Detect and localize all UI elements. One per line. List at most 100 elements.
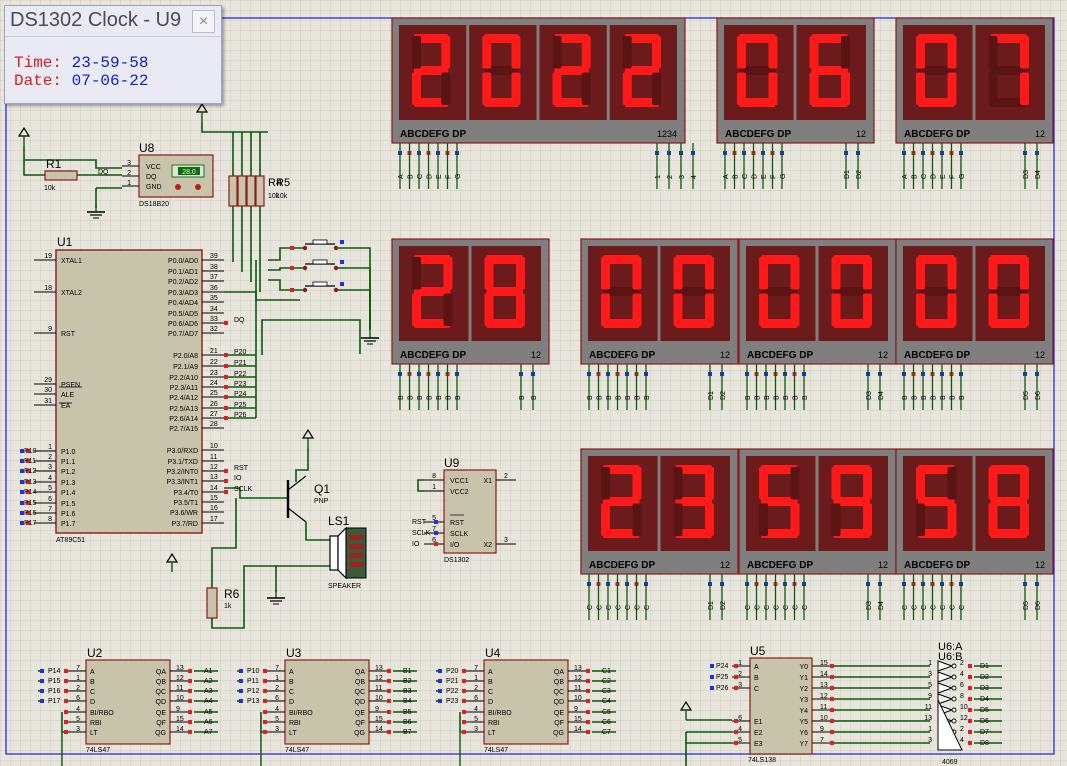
- u2-net-out: A3: [204, 688, 213, 695]
- pullup-resistor: [255, 175, 265, 207]
- pin-marker: [710, 686, 714, 690]
- display-pin-net: B: [931, 395, 938, 400]
- u1-pin-num: 28: [210, 421, 218, 428]
- pin-marker: [188, 730, 192, 734]
- segment-f: [412, 36, 421, 69]
- close-button[interactable]: ×: [192, 10, 215, 33]
- u1-pin-num: 12: [210, 464, 218, 471]
- segment-b: [863, 467, 872, 500]
- display-pin-net: B: [644, 395, 651, 400]
- u1-net-label: SCLK: [234, 486, 253, 493]
- segment-f: [988, 36, 998, 69]
- segment-b: [1020, 467, 1029, 500]
- u6-net-out: D2: [980, 674, 989, 681]
- u5-pin-name: Y4: [799, 708, 808, 715]
- u2-pin-name: RBI: [90, 720, 102, 727]
- segment-b: [441, 36, 451, 69]
- schematic-canvas[interactable]: U1AT89C51XTAL119XTAL218RST9PSEN29ALE30EA…: [0, 0, 1067, 766]
- u1-pin-name: P3.2/INT0: [166, 469, 198, 476]
- u6-pin-num: 4: [960, 737, 964, 744]
- u4-pin-num: 1: [474, 675, 478, 682]
- u4-pin-name: BI/RBO: [488, 710, 512, 717]
- pin-marker: [734, 730, 738, 734]
- u4-net-in: P21: [446, 678, 459, 685]
- u8-button: [175, 184, 181, 190]
- inverter-bubble: [951, 674, 957, 680]
- u9-pin-name: VCC2: [450, 489, 469, 496]
- segment-c: [516, 293, 525, 326]
- ls1-part: SPEAKER: [328, 583, 361, 590]
- pin-marker: [734, 686, 738, 690]
- u6-pin-num: 12: [960, 715, 968, 722]
- clock-popup-window[interactable]: DS1302 Clock - U9 × Time: 23-59-58 Date:…: [4, 5, 222, 104]
- segment-b: [768, 36, 778, 69]
- segment-e: [673, 503, 683, 536]
- u1-pin-num: 29: [44, 377, 52, 384]
- u6-part: 4069: [942, 759, 958, 766]
- pin-marker: [586, 710, 590, 714]
- u6-pin-num: 9: [928, 693, 932, 700]
- display-pin-net: C: [774, 605, 781, 610]
- u1-pin-num: 30: [44, 387, 52, 394]
- u2-pin-num: 15: [176, 716, 184, 723]
- u3-pin-num: 9: [375, 706, 379, 713]
- pin-marker: [968, 741, 972, 745]
- pin-marker: [710, 675, 714, 679]
- u3-pin-num: 1: [275, 675, 279, 682]
- u6-net-out: D1: [980, 663, 989, 670]
- u3-ref: U3: [286, 646, 302, 660]
- display-pin-net: B: [398, 395, 405, 400]
- u1-net-label: P22: [234, 371, 247, 378]
- segment-f: [759, 257, 768, 290]
- u1-pin-num: 32: [210, 326, 218, 333]
- segment-c: [790, 503, 800, 536]
- display-pin-net: C: [745, 605, 752, 610]
- u1-pin-num: 14: [210, 485, 218, 492]
- common-pin-label: 12: [1035, 129, 1045, 139]
- segment-e: [622, 72, 632, 105]
- pin-marker: [224, 395, 228, 399]
- segment-pin-label: ABCDEFG DP: [589, 350, 655, 361]
- u4-pin-name: LT: [488, 730, 496, 737]
- segment-pin-label: ABCDEFG DP: [400, 129, 466, 140]
- segment-f: [737, 36, 746, 69]
- u2-pin-name: QB: [156, 679, 166, 686]
- u2-net-in: P15: [48, 678, 61, 685]
- pin-marker: [263, 669, 267, 673]
- u2-pin-num: 3: [76, 726, 80, 733]
- u1-pin-name: P1.0: [61, 449, 76, 456]
- u1-net-label: P17: [24, 520, 37, 527]
- u6-net-out: D5: [980, 707, 989, 714]
- u6-pin-num: 2: [960, 726, 964, 733]
- segment-b: [705, 257, 714, 290]
- segment-e: [988, 293, 998, 326]
- display-pin-net: 3: [679, 175, 686, 179]
- u9-net-label: IO: [412, 541, 420, 548]
- segment-e: [412, 72, 421, 105]
- u5-pin-name: Y5: [799, 719, 808, 726]
- u1-pin-num: 16: [210, 505, 218, 512]
- pin-marker: [340, 240, 344, 244]
- pin-marker: [224, 479, 228, 483]
- u5-pin-num: 2: [738, 671, 742, 678]
- display-pin-net: C: [587, 605, 594, 610]
- segment-e: [831, 293, 841, 326]
- u4-pin-num: 5: [474, 716, 478, 723]
- u2-pin-name: QG: [155, 730, 166, 737]
- display-pin-net: C: [644, 605, 651, 610]
- u3-net-out: B6: [403, 719, 412, 726]
- u1-pin-num: 39: [210, 253, 218, 260]
- u4-pin-name: QB: [554, 679, 564, 686]
- pin-marker: [734, 719, 738, 723]
- u5-pin-name: B: [754, 675, 759, 682]
- u6-net-out: D4: [980, 696, 989, 703]
- u4-pin-name: QD: [554, 699, 565, 706]
- segment-c: [863, 293, 872, 326]
- display-pin-net: C: [742, 174, 749, 179]
- display-pin-net: B: [793, 395, 800, 400]
- u2-pin-num: 1: [76, 675, 80, 682]
- u2-pin-num: 6: [76, 695, 80, 702]
- display-pin-net: A: [398, 174, 405, 179]
- segment-f: [831, 467, 841, 500]
- u5-pin-num: 3: [738, 682, 742, 689]
